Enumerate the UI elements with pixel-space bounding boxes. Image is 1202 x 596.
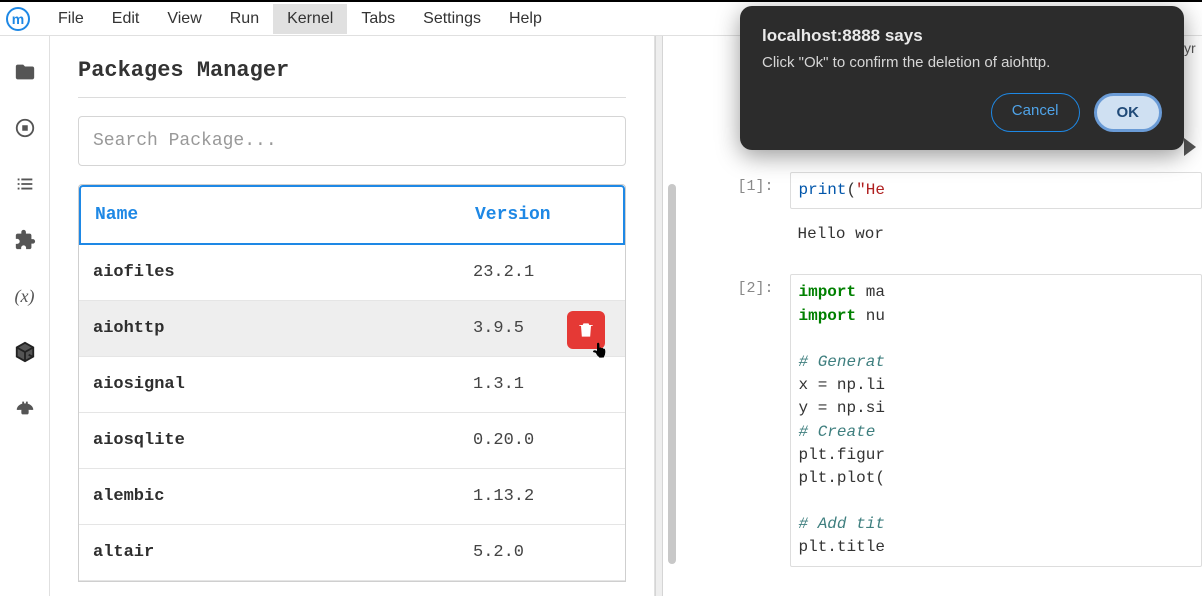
table-row[interactable]: aiosignal1.3.1 <box>79 357 625 413</box>
list-icon[interactable] <box>11 170 39 198</box>
pkg-name: aiosignal <box>93 375 473 394</box>
menu-settings[interactable]: Settings <box>409 4 495 34</box>
pkg-name: aiohttp <box>93 319 473 338</box>
dialog-message: Click "Ok" to confirm the deletion of ai… <box>762 54 1162 71</box>
packages-panel: Packages Manager Name Version aiofiles23… <box>50 36 655 596</box>
pane-divider[interactable] <box>655 36 663 596</box>
menu-help[interactable]: Help <box>495 4 556 34</box>
variable-icon[interactable]: (x) <box>11 282 39 310</box>
cancel-button[interactable]: Cancel <box>991 93 1080 132</box>
table-row[interactable]: aiofiles23.2.1 <box>79 245 625 301</box>
pkg-name: altair <box>93 543 473 562</box>
pkg-name: aiofiles <box>93 263 473 282</box>
app-logo[interactable]: m <box>6 7 30 31</box>
pkg-version: 1.13.2 <box>473 487 611 506</box>
search-input[interactable] <box>78 116 626 166</box>
cell-prompt: [2]: <box>685 274 790 566</box>
left-sidebar: (x) <box>0 36 50 596</box>
confirm-dialog: localhost:8888 says Click "Ok" to confir… <box>740 6 1184 150</box>
pkg-name: aiosqlite <box>93 431 473 450</box>
table-row[interactable]: alembic1.13.2 <box>79 469 625 525</box>
run-chevron-icon[interactable] <box>1184 138 1196 156</box>
scrollbar[interactable] <box>668 184 676 564</box>
cell-prompt-blank <box>685 219 790 250</box>
pkg-version: 0.20.0 <box>473 431 611 450</box>
pkg-version: 23.2.1 <box>473 263 611 282</box>
cell-prompt: [1]: <box>685 172 790 209</box>
menu-run[interactable]: Run <box>216 4 273 34</box>
menu-file[interactable]: File <box>44 4 98 34</box>
notebook-output: Hello wor <box>685 219 1202 250</box>
table-header: Name Version <box>79 185 625 245</box>
pkg-name: alembic <box>93 487 473 506</box>
table-row[interactable]: altair5.2.0 <box>79 525 625 581</box>
build-icon[interactable] <box>11 394 39 422</box>
divider <box>78 97 626 98</box>
dialog-title: localhost:8888 says <box>762 26 1162 46</box>
packages-table: Name Version aiofiles23.2.1aiohttp3.9.5👆… <box>78 184 626 582</box>
notebook-cell: [2]: import ma import nu # Generat x = n… <box>685 274 1202 566</box>
cell-code[interactable]: print("He <box>790 172 1202 209</box>
cell-code[interactable]: import ma import nu # Generat x = np.li … <box>790 274 1202 566</box>
menu-tabs[interactable]: Tabs <box>347 4 409 34</box>
table-row[interactable]: aiohttp3.9.5👆 <box>79 301 625 357</box>
cell-output-text: Hello wor <box>790 219 1202 250</box>
notebook-cell: [1]: print("He <box>685 172 1202 209</box>
ok-button[interactable]: OK <box>1094 93 1163 132</box>
pkg-version: 1.3.1 <box>473 375 611 394</box>
truncated-tab-text: yr <box>1184 34 1202 62</box>
dialog-buttons: Cancel OK <box>762 93 1162 132</box>
menu-kernel[interactable]: Kernel <box>273 4 347 34</box>
package-icon[interactable] <box>11 338 39 366</box>
col-header-name[interactable]: Name <box>95 205 475 225</box>
folder-icon[interactable] <box>11 58 39 86</box>
col-header-version[interactable]: Version <box>475 205 609 225</box>
extension-icon[interactable] <box>11 226 39 254</box>
menu-view[interactable]: View <box>153 4 215 34</box>
panel-title: Packages Manager <box>78 58 626 83</box>
menu-edit[interactable]: Edit <box>98 4 154 34</box>
pkg-version: 5.2.0 <box>473 543 611 562</box>
table-row[interactable]: aiosqlite0.20.0 <box>79 413 625 469</box>
running-icon[interactable] <box>11 114 39 142</box>
